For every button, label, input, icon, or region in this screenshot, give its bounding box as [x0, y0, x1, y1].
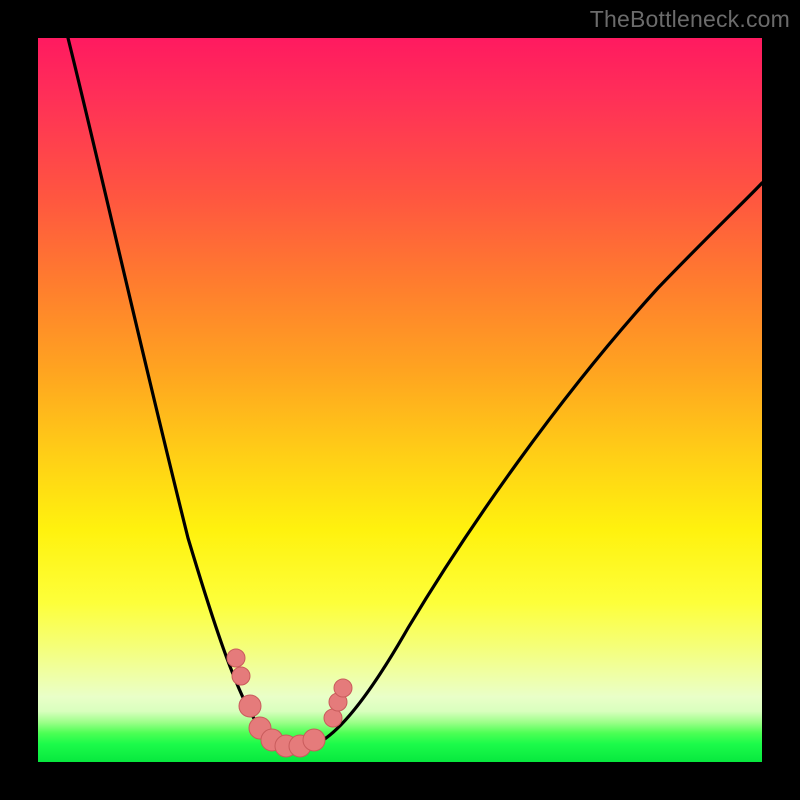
marker-dot: [324, 709, 342, 727]
chart-stage: TheBottleneck.com: [0, 0, 800, 800]
marker-dot: [239, 695, 261, 717]
bottleneck-curve: [68, 38, 762, 747]
marker-dot: [232, 667, 250, 685]
plot-svg: [38, 38, 762, 762]
watermark-text: TheBottleneck.com: [590, 6, 790, 33]
plot-area: [38, 38, 762, 762]
marker-dot: [227, 649, 245, 667]
marker-group: [227, 649, 352, 757]
marker-dot: [334, 679, 352, 697]
marker-dot: [303, 729, 325, 751]
